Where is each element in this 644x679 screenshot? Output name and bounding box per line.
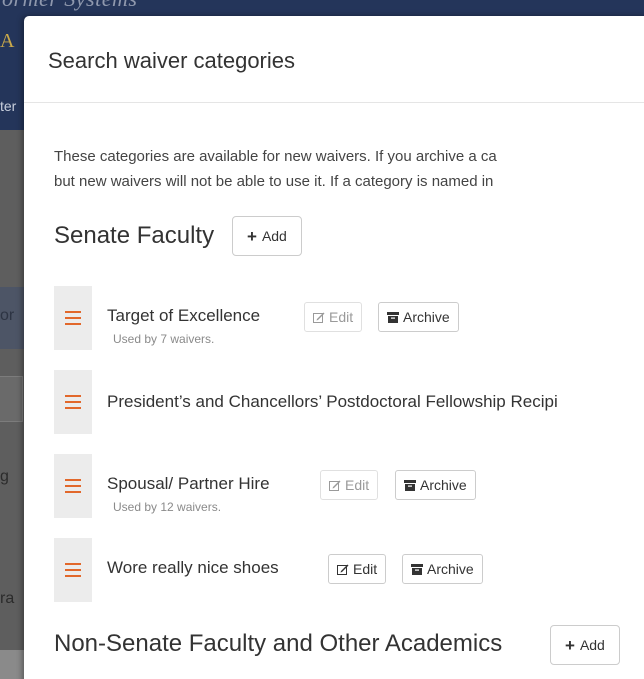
edit-button[interactable]: Edit bbox=[304, 302, 363, 332]
background-input bbox=[0, 376, 23, 422]
background-app-title: ormer Systems bbox=[2, 0, 137, 12]
archive-label: Archive bbox=[427, 561, 474, 577]
edit-label: Edit bbox=[353, 561, 378, 577]
waiver-categories-modal: Search waiver categories These categorie… bbox=[24, 16, 644, 679]
category-usage: Used by 7 waivers. bbox=[113, 332, 215, 346]
category-row: Target of Excellence Used by 7 waivers. … bbox=[54, 286, 644, 350]
background-text-fragment: g bbox=[0, 468, 9, 485]
add-non-senate-category-button[interactable]: + Add bbox=[550, 625, 620, 665]
background-logo: A bbox=[0, 30, 15, 52]
section-heading-senate-faculty: Senate Faculty bbox=[54, 222, 215, 249]
drag-handle[interactable] bbox=[54, 286, 92, 350]
archive-icon bbox=[411, 563, 423, 575]
edit-button[interactable]: Edit bbox=[320, 470, 379, 500]
modal-intro-text: These categories are available for new w… bbox=[54, 144, 644, 194]
drag-handle[interactable] bbox=[54, 538, 92, 602]
edit-icon bbox=[313, 312, 325, 323]
background-band-text: or bbox=[0, 307, 15, 324]
intro-line: but new waivers will not be able to use … bbox=[54, 173, 494, 190]
archive-button[interactable]: Archive bbox=[378, 302, 459, 332]
bars-icon bbox=[65, 563, 81, 577]
bars-icon bbox=[65, 395, 81, 409]
edit-label: Edit bbox=[345, 477, 370, 493]
archive-label: Archive bbox=[403, 309, 450, 325]
category-row: Spousal/ Partner Hire Used by 12 waivers… bbox=[54, 454, 644, 518]
archive-button[interactable]: Archive bbox=[395, 470, 476, 500]
archive-icon bbox=[404, 479, 416, 491]
drag-handle[interactable] bbox=[54, 370, 92, 434]
bars-icon bbox=[65, 311, 81, 325]
category-name: Target of Excellence bbox=[107, 306, 261, 325]
intro-line: These categories are available for new w… bbox=[54, 148, 497, 165]
section-heading-non-senate-faculty: Non-Senate Faculty and Other Academics bbox=[54, 630, 503, 657]
category-row: President’s and Chancellors’ Postdoctora… bbox=[54, 370, 644, 434]
category-usage: Used by 12 waivers. bbox=[113, 500, 222, 514]
background-text-fragment: ra bbox=[0, 590, 15, 607]
archive-button[interactable]: Archive bbox=[402, 554, 483, 584]
add-button-label: Add bbox=[579, 637, 605, 653]
add-button-label: Add bbox=[261, 228, 287, 244]
edit-button[interactable]: Edit bbox=[328, 554, 387, 584]
drag-handle[interactable] bbox=[54, 454, 92, 518]
category-name: Wore really nice shoes bbox=[107, 558, 279, 577]
modal-title: Search waiver categories bbox=[48, 48, 296, 73]
edit-icon bbox=[337, 564, 349, 575]
archive-icon bbox=[387, 311, 399, 323]
plus-icon: + bbox=[565, 635, 575, 655]
edit-icon bbox=[329, 480, 341, 491]
archive-label: Archive bbox=[420, 477, 467, 493]
bars-icon bbox=[65, 479, 81, 493]
category-name: Spousal/ Partner Hire bbox=[107, 474, 270, 493]
add-senate-faculty-category-button[interactable]: + Add bbox=[232, 216, 302, 256]
category-name: President’s and Chancellors’ Postdoctora… bbox=[107, 392, 558, 411]
plus-icon: + bbox=[247, 226, 257, 246]
background-bottom-bar bbox=[0, 650, 24, 679]
background-nav-fragment: ter bbox=[0, 98, 17, 114]
edit-label: Edit bbox=[329, 309, 354, 325]
modal-header: Search waiver categories bbox=[24, 16, 644, 103]
category-row: Wore really nice shoes Edit Archive bbox=[54, 538, 644, 602]
screen: ormer Systems A ter or g ra Search waive… bbox=[0, 0, 644, 679]
